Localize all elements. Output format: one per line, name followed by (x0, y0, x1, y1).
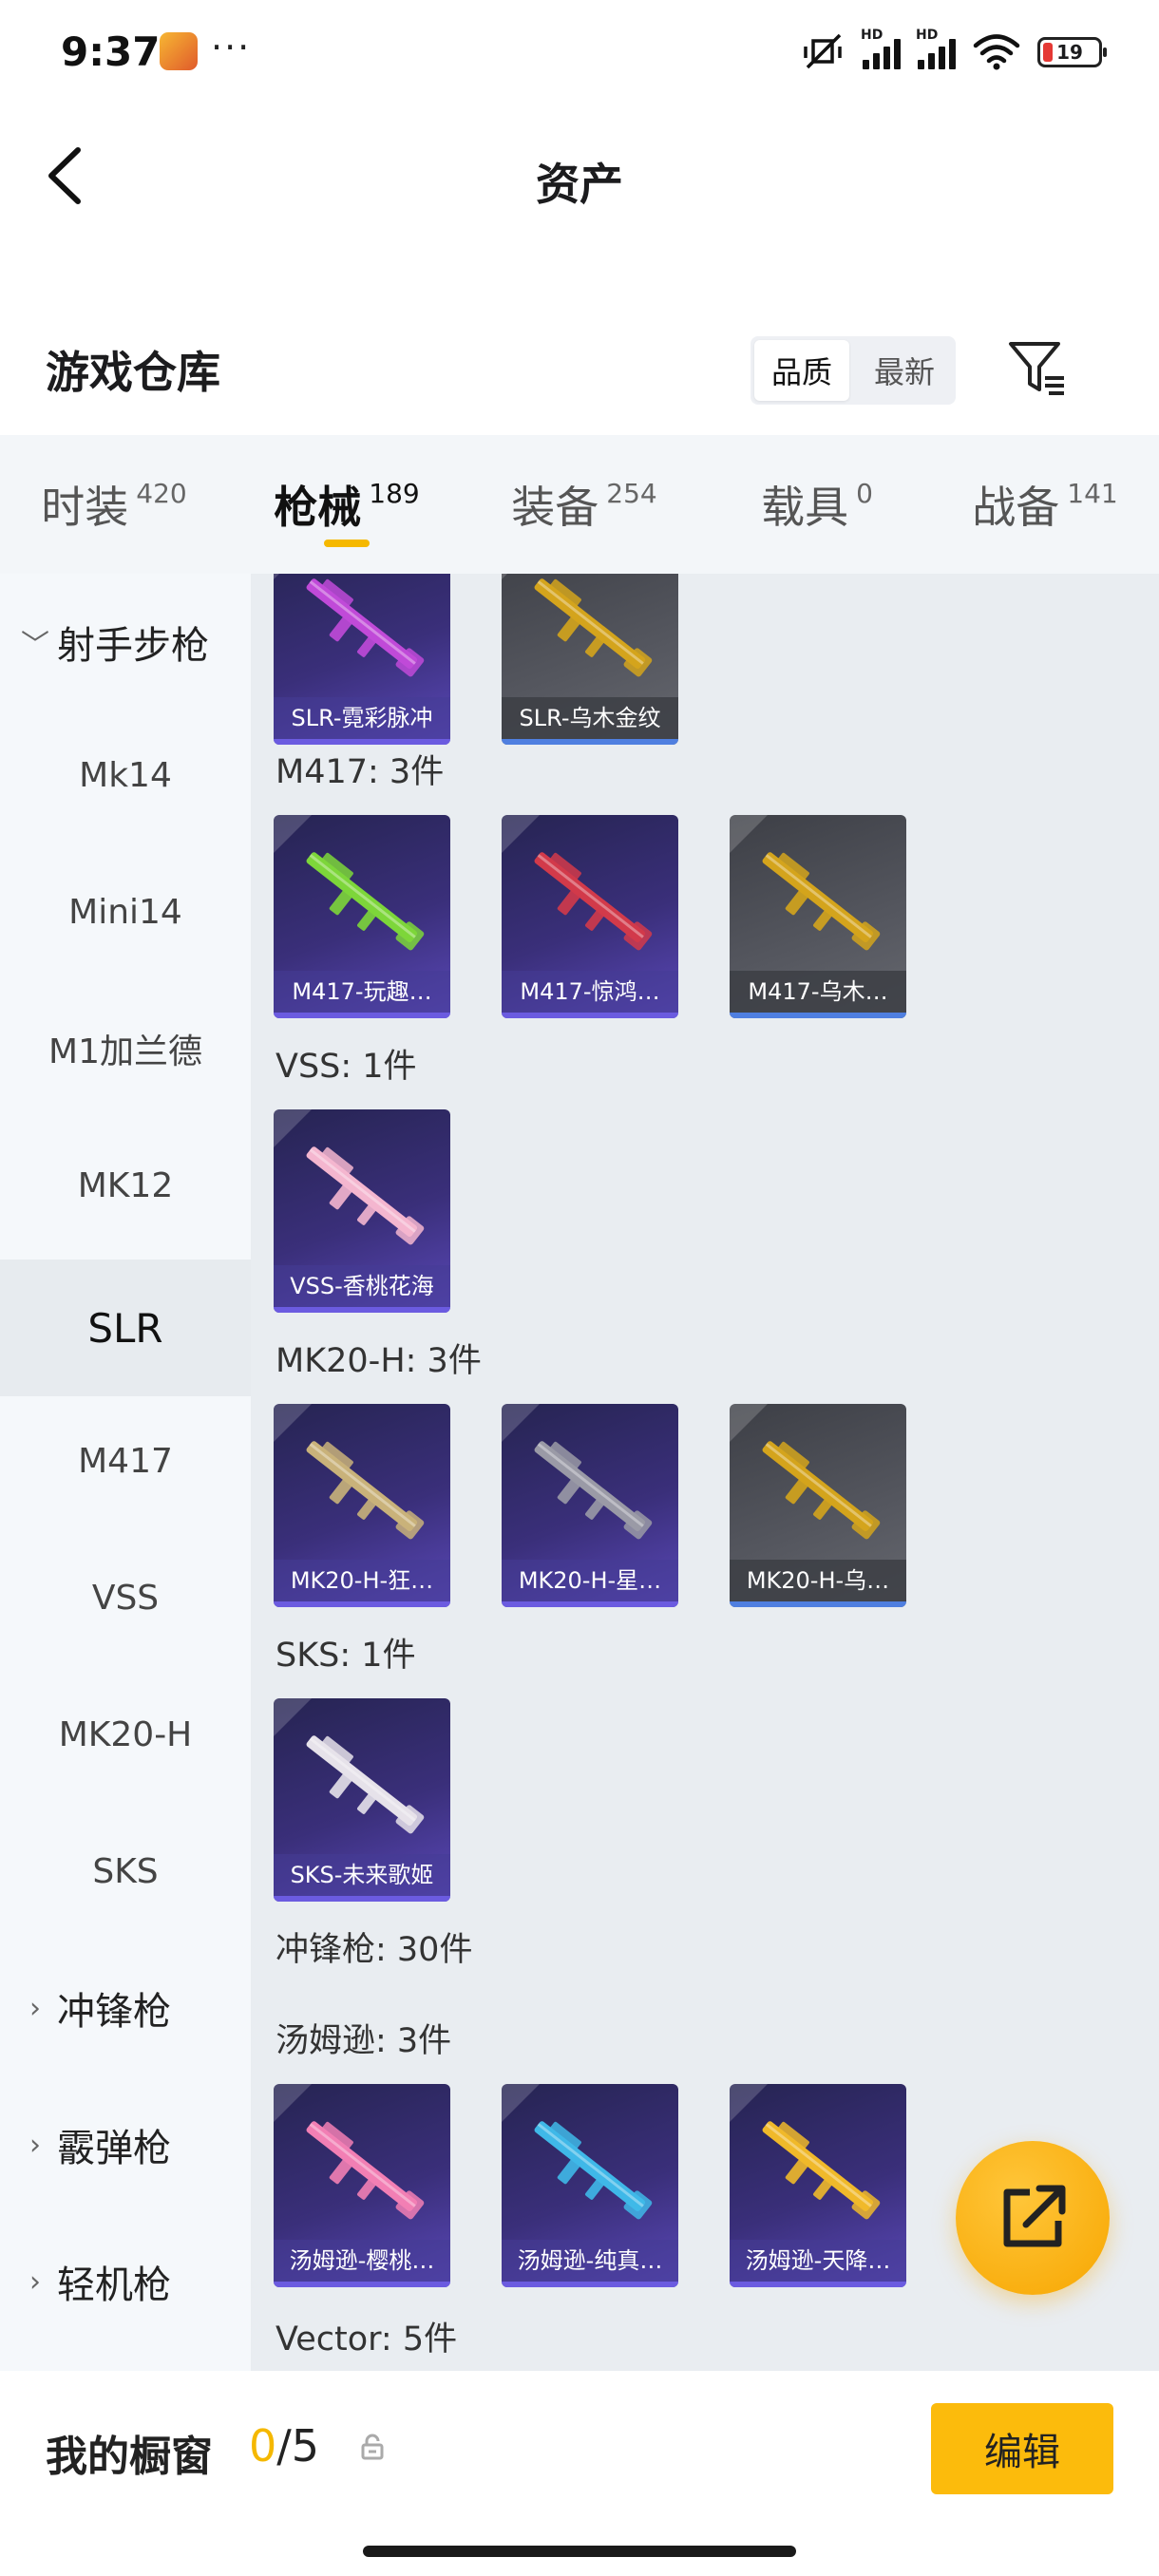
sidebar-item-m1-garand[interactable]: M1加兰德 (0, 980, 251, 1117)
category-count-label: M417: 3件 (276, 753, 445, 791)
weapon-card-label: SLR-乌木金纹 (502, 697, 678, 739)
weapon-card[interactable]: M417-乌木… (730, 815, 906, 1018)
sidebar-group-shotgun[interactable]: › 霰弹枪 (0, 2076, 251, 2213)
app-notification-icon (160, 32, 198, 70)
sidebar-item-mini14[interactable]: Mini14 (0, 843, 251, 980)
gun-skin-image (762, 2121, 881, 2220)
category-count-label: 汤姆逊: 3件 (276, 2022, 452, 2060)
weapon-card-label: MK20-H-星… (502, 1560, 678, 1601)
battery-icon: 19 (1037, 37, 1107, 67)
sidebar-group-smg[interactable]: › 冲锋枪 (0, 1940, 251, 2076)
gun-skin-image (534, 2121, 653, 2220)
weapon-card[interactable]: 汤姆逊-纯真… (502, 2084, 678, 2287)
sidebar-item-sks[interactable]: SKS (0, 1803, 251, 1940)
tab-fashion[interactable]: 时装 420 (0, 435, 228, 574)
weapon-card-label: M417-惊鸿… (502, 971, 678, 1013)
gun-skin-image (762, 852, 881, 951)
warehouse-header: 游戏仓库 品质 最新 (0, 313, 1159, 427)
weapon-card-label: M417-乌木… (730, 971, 906, 1013)
sidebar-item-mk14[interactable]: Mk14 (0, 707, 251, 843)
weapon-card[interactable]: MK20-H-星… (502, 1404, 678, 1607)
tab-firearms[interactable]: 枪械 189 (228, 435, 466, 574)
gun-skin-image (534, 1441, 653, 1540)
sort-newest-button[interactable]: 最新 (857, 340, 952, 401)
gun-skin-image (306, 2121, 425, 2220)
chevron-right-icon: › (29, 2128, 41, 2162)
gun-skin-image (306, 852, 425, 951)
showcase-count: 0/5 (249, 2420, 320, 2472)
tab-supplies[interactable]: 战备 141 (931, 435, 1159, 574)
mute-vibrate-icon (804, 33, 842, 69)
chevron-right-icon: › (29, 1991, 41, 2025)
sidebar-item-m417[interactable]: M417 (0, 1392, 251, 1529)
chevron-right-icon: › (29, 2264, 41, 2299)
weapon-card[interactable]: SLR-乌木金纹 (502, 574, 678, 745)
weapon-card-label: 汤姆逊-樱桃… (274, 2240, 450, 2282)
sort-quality-button[interactable]: 品质 (754, 340, 849, 401)
filter-icon[interactable] (1007, 338, 1068, 399)
gun-skin-image (306, 1146, 425, 1245)
share-external-icon (1003, 2185, 1066, 2247)
sort-toggle: 品质 最新 (750, 336, 956, 405)
weapon-card-label: MK20-H-乌… (730, 1560, 906, 1601)
category-count-label: VSS: 1件 (276, 1048, 417, 1086)
weapon-card[interactable]: 汤姆逊-樱桃… (274, 2084, 450, 2287)
sidebar-item-vss[interactable]: VSS (0, 1529, 251, 1666)
gun-skin-image (306, 578, 425, 677)
signal-2-icon: HD (916, 28, 956, 69)
weapon-card[interactable]: SLR-霓彩脉冲 (274, 574, 450, 745)
sidebar-item-mk12[interactable]: MK12 (0, 1117, 251, 1254)
page-title: 资产 (536, 159, 623, 210)
sidebar-group-dmr[interactable]: ﹀ 射手步枪 (0, 574, 251, 710)
gun-skin-image (534, 578, 653, 677)
gun-skin-image (534, 852, 653, 951)
nav-header: 资产 (0, 104, 1159, 247)
category-tabs: 时装 420 枪械 189 装备 254 载具 0 战备 141 (0, 435, 1159, 574)
weapon-grid: SLR-霓彩脉冲 SLR-乌木金纹 M417: 3件 M417-玩趣… M417… (251, 574, 1159, 2371)
weapon-card-label: MK20-H-狂… (274, 1560, 450, 1601)
tab-active-indicator (324, 540, 370, 547)
weapon-card-label: 汤姆逊-纯真… (502, 2240, 678, 2282)
weapon-card[interactable]: MK20-H-狂… (274, 1404, 450, 1607)
share-fab-button[interactable] (956, 2141, 1110, 2295)
category-count-label: 冲锋枪: 30件 (276, 1931, 473, 1969)
gun-skin-image (762, 1441, 881, 1540)
weapon-card[interactable]: VSS-香桃花海 (274, 1109, 450, 1313)
weapon-card[interactable]: M417-玩趣… (274, 815, 450, 1018)
status-bar: 9:37 ··· HD HD 19 (0, 0, 1159, 104)
sidebar-group-lmg[interactable]: › 轻机枪 (0, 2213, 251, 2350)
lock-icon (361, 2434, 384, 2460)
wifi-icon (973, 34, 1020, 70)
weapon-card[interactable]: M417-惊鸿… (502, 815, 678, 1018)
category-count-label: Vector: 5件 (276, 2320, 458, 2358)
signal-1-icon: HD (861, 28, 901, 69)
category-count-label: SKS: 1件 (276, 1637, 416, 1675)
more-notifications-icon: ··· (211, 27, 252, 68)
showcase-label: 我的橱窗 (46, 2433, 213, 2481)
status-time: 9:37 (61, 28, 161, 75)
warehouse-title: 游戏仓库 (46, 347, 220, 398)
tab-equipment[interactable]: 装备 254 (466, 435, 703, 574)
weapon-card-label: SLR-霓彩脉冲 (274, 697, 450, 739)
edit-button[interactable]: 编辑 (931, 2403, 1113, 2494)
gun-skin-image (306, 1735, 425, 1834)
gun-skin-image (306, 1441, 425, 1540)
chevron-down-icon: ﹀ (21, 629, 49, 662)
category-count-label: MK20-H: 3件 (276, 1342, 482, 1380)
weapon-card[interactable]: SKS-未来歌姬 (274, 1698, 450, 1902)
sidebar-item-mk20h[interactable]: MK20-H (0, 1666, 251, 1803)
weapon-card-label: VSS-香桃花海 (274, 1265, 450, 1307)
weapon-card[interactable]: 汤姆逊-天降… (730, 2084, 906, 2287)
tab-vehicles[interactable]: 载具 0 (703, 435, 931, 574)
sidebar-item-slr[interactable]: SLR (0, 1260, 251, 1396)
home-indicator[interactable] (363, 2546, 796, 2557)
weapon-card-label: 汤姆逊-天降… (730, 2240, 906, 2282)
weapon-card[interactable]: MK20-H-乌… (730, 1404, 906, 1607)
weapon-card-label: M417-玩趣… (274, 971, 450, 1013)
weapon-type-sidebar: ﹀ 射手步枪 Mk14 Mini14 M1加兰德 MK12 SLR M417 V… (0, 574, 251, 2371)
weapon-card-label: SKS-未来歌姬 (274, 1854, 450, 1896)
